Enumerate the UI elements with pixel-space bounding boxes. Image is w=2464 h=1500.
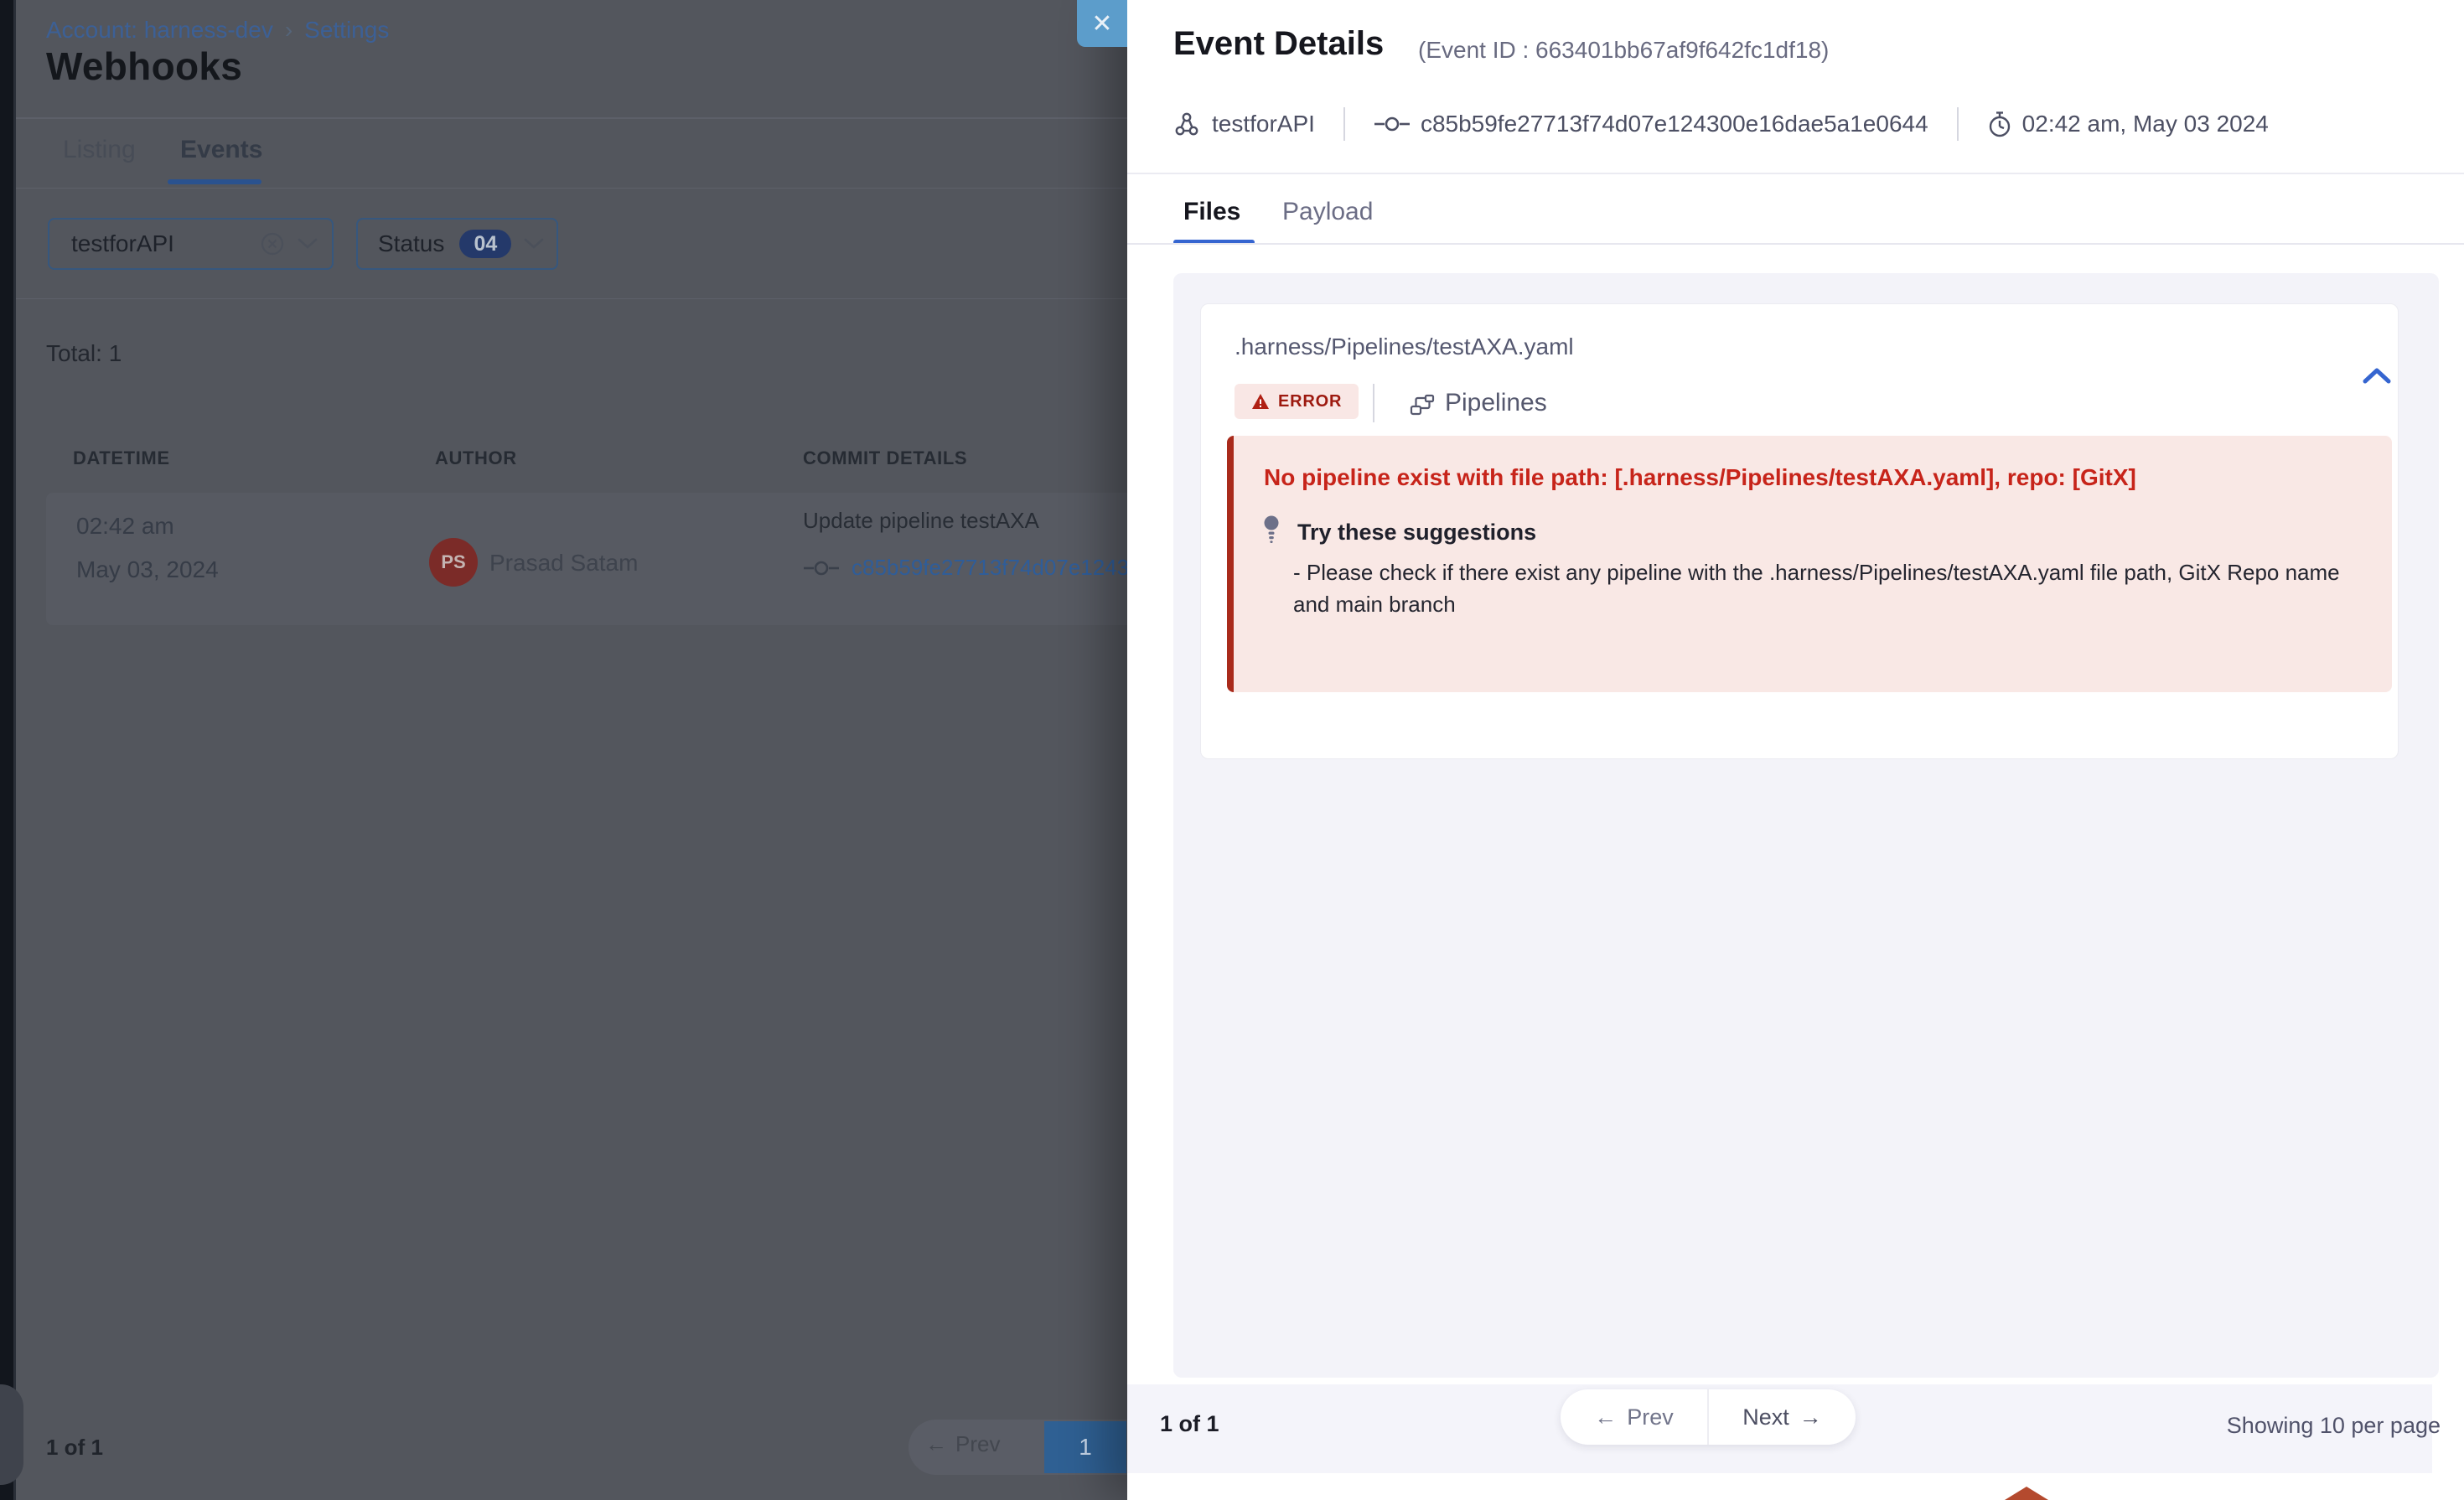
tab-listing[interactable]: Listing	[63, 136, 136, 164]
column-header-author: AUTHOR	[435, 447, 517, 469]
arrow-right-icon: →	[1799, 1404, 1822, 1430]
arrow-left-icon: ←	[925, 1431, 947, 1457]
event-details-drawer: Event Details (Event ID : 663401bb67af9f…	[1127, 0, 2464, 1500]
suggestion-title: Try these suggestions	[1297, 520, 1536, 546]
webhook-filter-dropdown[interactable]: testforAPI	[48, 218, 334, 270]
drawer-title: Event Details	[1173, 25, 1384, 63]
breadcrumb: Account: harness-dev › Settings	[46, 17, 389, 44]
row-time: 02:42 am	[76, 513, 174, 540]
row-commit-hash-link[interactable]: c85b59fe27713f74d07e124300	[852, 555, 1127, 581]
event-meta-row: testforAPI c85b59fe27713f74d07e124300e16…	[1173, 106, 2269, 142]
drawer-footer-summary: 1 of 1	[1160, 1411, 1219, 1437]
row-author-name: Prasad Satam	[489, 550, 638, 577]
error-status-label: ERROR	[1278, 392, 1342, 411]
bottom-left-widget	[0, 1384, 23, 1485]
meta-commit-hash: c85b59fe27713f74d07e124300e16dae5a1e0644	[1421, 111, 1928, 137]
commit-icon	[1374, 116, 1411, 132]
row-commit-message: Update pipeline testAXA	[803, 508, 1039, 534]
status-filter-dropdown[interactable]: Status 04	[356, 218, 558, 270]
row-date: May 03, 2024	[76, 556, 219, 583]
left-nav-strip	[0, 0, 13, 1500]
entity-label: Pipelines	[1445, 389, 1547, 417]
drawer-tabs-divider	[1127, 243, 2464, 245]
beacon-widget-fragment	[2005, 1487, 2048, 1500]
warning-icon	[1251, 393, 1270, 410]
tab-payload[interactable]: Payload	[1282, 198, 1373, 226]
drawer-pager: ← Prev Next →	[1561, 1389, 1856, 1445]
breadcrumb-account-link[interactable]: Account: harness-dev	[46, 17, 273, 44]
clock-icon	[1987, 111, 2012, 137]
tab-events[interactable]: Events	[180, 136, 262, 164]
lightbulb-icon	[1262, 515, 1281, 545]
arrow-left-icon: ←	[1594, 1404, 1617, 1430]
close-drawer-button[interactable]: ✕	[1077, 0, 1127, 47]
next-label: Next	[1742, 1404, 1789, 1430]
commit-icon	[803, 560, 840, 577]
active-tab-underline	[168, 179, 261, 184]
breadcrumb-separator-icon: ›	[285, 17, 292, 44]
breadcrumb-settings-link[interactable]: Settings	[304, 17, 389, 44]
bg-prev-button[interactable]: ← Prev	[925, 1431, 1000, 1457]
avatar: PS	[429, 538, 478, 587]
page-title: Webhooks	[46, 44, 242, 89]
bg-prev-label: Prev	[955, 1431, 1000, 1457]
webhook-filter-value: testforAPI	[71, 230, 174, 257]
webhook-icon	[1173, 111, 1200, 137]
file-path: .harness/Pipelines/testAXA.yaml	[1235, 334, 1574, 360]
event-id-label: (Event ID : 663401bb67af9f642fc1df18)	[1418, 37, 1829, 64]
suggestion-line-1: - Please check if there exist any pipeli…	[1293, 556, 2340, 588]
meta-divider	[1343, 107, 1345, 141]
status-count-badge: 04	[459, 230, 511, 258]
entity-label-text: Pipelines	[1445, 389, 1547, 416]
per-page-label: Showing 10 per page	[2129, 1413, 2441, 1439]
prev-label: Prev	[1627, 1404, 1674, 1430]
pipeline-icon	[1410, 392, 1435, 417]
next-button[interactable]: Next →	[1709, 1389, 1856, 1445]
error-status-badge: ERROR	[1235, 384, 1359, 419]
card-header-divider	[1373, 384, 1374, 422]
error-message-text: No pipeline exist with file path: [.harn…	[1264, 464, 2136, 491]
row-commit-hash-group: c85b59fe27713f74d07e124300	[803, 555, 1127, 581]
chevron-down-icon	[523, 237, 545, 251]
left-nav-strip-edge	[13, 0, 16, 1500]
tab-files[interactable]: Files	[1183, 198, 1240, 226]
column-header-datetime: DATETIME	[73, 447, 170, 469]
meta-webhook-name: testforAPI	[1212, 111, 1315, 137]
meta-divider	[1957, 107, 1959, 141]
clear-filter-icon[interactable]	[260, 231, 285, 256]
total-count-label: Total: 1	[46, 340, 122, 367]
prev-button[interactable]: ← Prev	[1561, 1389, 1707, 1445]
chevron-up-icon[interactable]	[2362, 365, 2392, 385]
bg-page-1-button[interactable]: 1	[1044, 1421, 1126, 1473]
suggestion-line-2: and main branch	[1293, 588, 1456, 620]
chevron-down-icon	[297, 237, 318, 251]
column-header-commit-details: COMMIT DETAILS	[803, 447, 967, 469]
status-filter-label: Status	[378, 230, 444, 257]
meta-timestamp: 02:42 am, May 03 2024	[2022, 111, 2269, 137]
bg-pagination-summary: 1 of 1	[46, 1435, 103, 1461]
drawer-header-divider	[1127, 173, 2464, 174]
